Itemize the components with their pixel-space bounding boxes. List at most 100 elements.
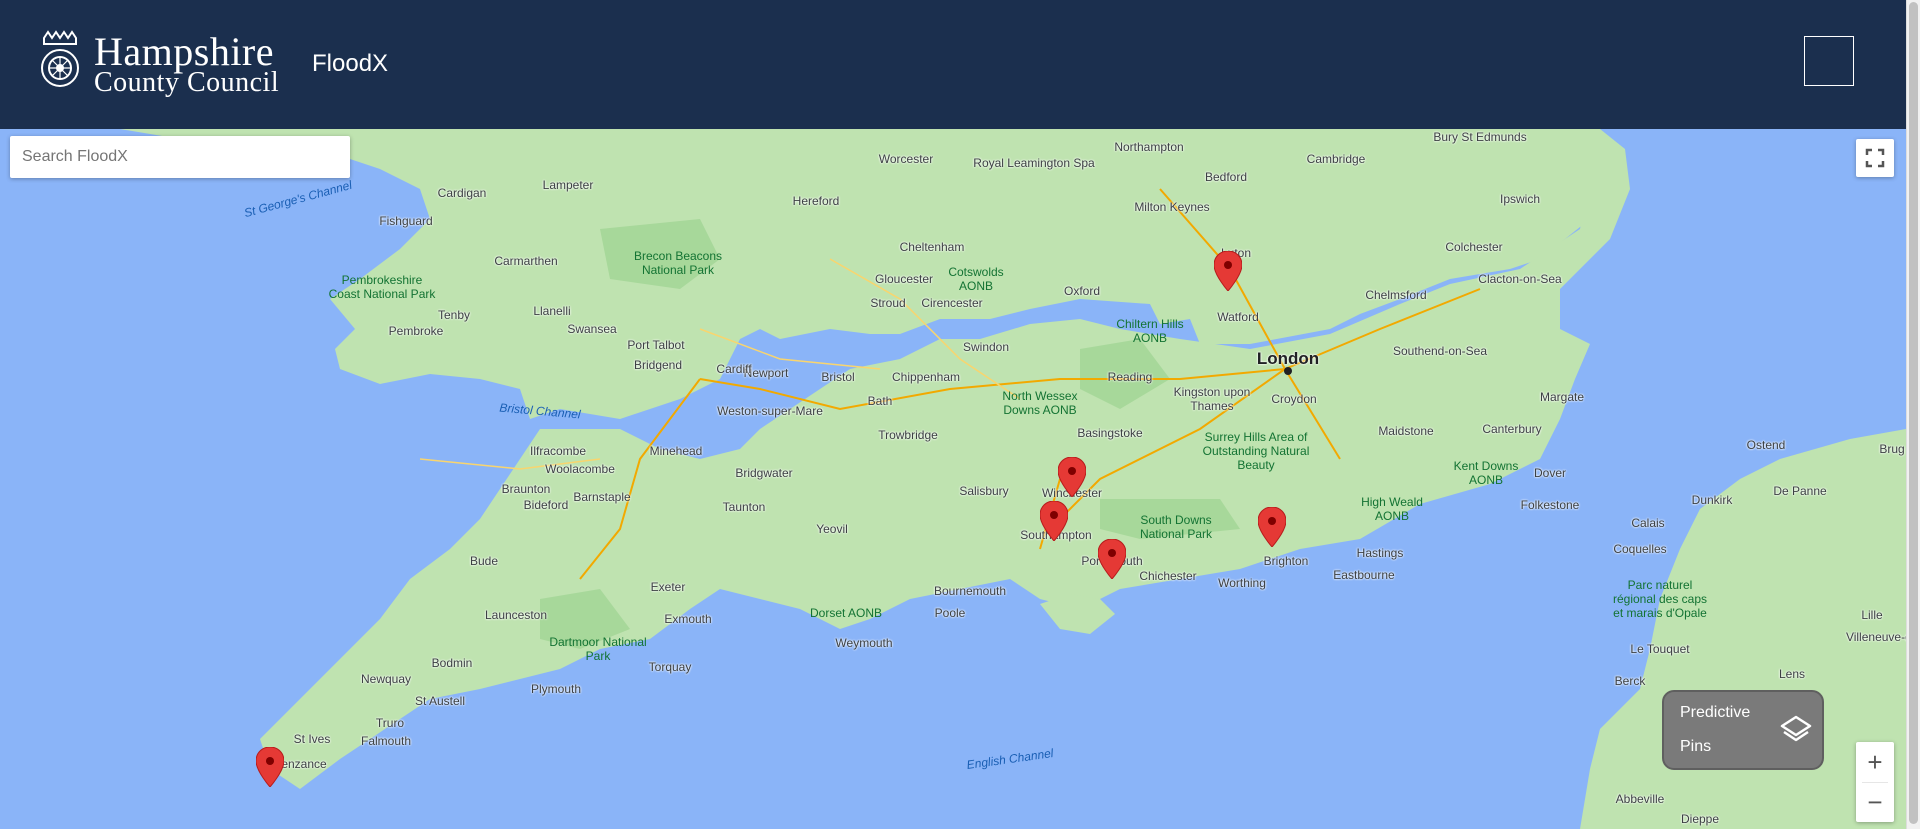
map-label: Exmouth — [664, 612, 712, 626]
map-pin[interactable] — [1214, 251, 1242, 291]
map-label: Chippenham — [891, 370, 961, 384]
map-label: Dieppe — [1680, 812, 1720, 826]
map-label: Margate — [1539, 390, 1585, 404]
map-pin[interactable] — [1098, 539, 1126, 579]
zoom-control: + − — [1856, 742, 1894, 822]
map-label: Le Touquet — [1630, 642, 1690, 656]
map-label: Dartmoor National Park — [549, 635, 647, 663]
map-pin[interactable] — [256, 747, 284, 787]
map-label: Taunton — [722, 500, 766, 514]
map-label: Cirencester — [921, 296, 983, 310]
map-label: Pembroke — [388, 324, 444, 338]
user-avatar[interactable] — [1804, 36, 1854, 86]
map-label: Weston-super-Mare — [717, 404, 823, 418]
map-label: Folkestone — [1520, 498, 1580, 512]
map-label: Plymouth — [530, 682, 582, 696]
map-base — [0, 129, 1906, 829]
scrollbar-thumb[interactable] — [1909, 2, 1918, 824]
map-label: Coquelles — [1613, 542, 1667, 556]
map-label: Surrey Hills Area of Outstanding Natural… — [1202, 430, 1310, 472]
map-label: Southend-on-Sea — [1392, 344, 1488, 358]
map-label: Newquay — [360, 672, 412, 686]
map-label: Salisbury — [959, 484, 1009, 498]
map-label: Calais — [1631, 516, 1665, 530]
map-label: North Wessex Downs AONB — [1002, 389, 1078, 417]
map-label: Trowbridge — [878, 428, 938, 442]
map-label: St Ives — [293, 732, 331, 746]
zoom-in-button[interactable]: + — [1856, 742, 1894, 782]
map-label: Maidstone — [1378, 424, 1434, 438]
predictive-pins-layer-toggle[interactable]: Predictive Pins — [1662, 690, 1824, 770]
map-label: Bude — [469, 554, 499, 568]
map-label: Cotswolds AONB — [948, 265, 1004, 293]
app-header: Hampshire County Council FloodX — [0, 0, 1906, 129]
map-label: Truro — [375, 716, 405, 730]
map-label: Bath — [867, 394, 893, 408]
map-label: Lille — [1861, 608, 1883, 622]
map-label: Lens — [1778, 667, 1806, 681]
map-label: Kingston upon Thames — [1173, 385, 1251, 413]
map-label: Falmouth — [360, 734, 412, 748]
map-label: Llanelli — [533, 304, 571, 318]
map-label: Hereford — [792, 194, 840, 208]
layer-label-line-2: Pins — [1680, 738, 1712, 755]
zoom-out-button[interactable]: − — [1856, 782, 1894, 822]
hampshire-county-council-logo[interactable]: Hampshire County Council — [38, 30, 279, 98]
map-label: Dunkirk — [1691, 493, 1733, 507]
map-label: De Panne — [1773, 484, 1827, 498]
map-label: Woolacombe — [545, 462, 615, 476]
map-label: Braunton — [501, 482, 551, 496]
fullscreen-icon — [1865, 148, 1885, 168]
map-label-london: London — [1256, 349, 1320, 368]
app-title: FloodX — [312, 50, 389, 77]
map-label: Launceston — [484, 608, 548, 622]
map-label: Dorset AONB — [809, 606, 883, 620]
map-label: St Austell — [414, 694, 466, 708]
map-label: Cambridge — [1306, 152, 1366, 166]
layer-label-line-1: Predictive — [1680, 704, 1751, 721]
map-label: Chelmsford — [1365, 288, 1427, 302]
map-label: Royal Leamington Spa — [973, 156, 1095, 170]
page-scrollbar[interactable] — [1906, 0, 1920, 829]
search-input[interactable] — [10, 136, 350, 178]
map-label: Dover — [1533, 466, 1567, 480]
map-label: Fishguard — [379, 214, 433, 228]
map-label: Bideford — [523, 498, 569, 512]
map-label: Watford — [1217, 310, 1259, 324]
map-label: Brighton — [1263, 554, 1309, 568]
map-label: Reading — [1107, 370, 1153, 384]
map-label: South Downs National Park — [1139, 513, 1213, 541]
map-label: Colchester — [1445, 240, 1503, 254]
map-label: Bury St Edmunds — [1433, 130, 1527, 144]
map-label: Port Talbot — [627, 338, 685, 352]
map-label: Hastings — [1356, 546, 1404, 560]
map-pin[interactable] — [1258, 507, 1286, 547]
map-label: Poole — [934, 606, 966, 620]
map-pin[interactable] — [1058, 457, 1086, 497]
map-label: Chiltern Hills AONB — [1116, 317, 1184, 345]
map-label: Kent Downs AONB — [1453, 459, 1519, 487]
map-label: Yeovil — [816, 522, 848, 536]
map-label: Ostend — [1746, 438, 1786, 452]
crest-icon — [41, 30, 79, 87]
map-label: Bridgwater — [735, 466, 793, 480]
map-label: Villeneuve-d'A — [1845, 630, 1906, 644]
map-label: Pembrokeshire Coast National Park — [328, 273, 436, 301]
map-canvas[interactable]: London Worcester Royal Leamington Spa No… — [0, 129, 1906, 829]
map-pin[interactable] — [1040, 501, 1068, 541]
map-label: Basingstoke — [1077, 426, 1143, 440]
map-label: Weymouth — [835, 636, 893, 650]
map-label: Parc naturel régional des caps et marais… — [1612, 578, 1708, 620]
map-label: Bournemouth — [933, 584, 1007, 598]
map-label: Berck — [1614, 674, 1646, 688]
map-label: Bristol — [821, 370, 855, 384]
map-label: Eastbourne — [1333, 568, 1395, 582]
fullscreen-button[interactable] — [1856, 139, 1894, 177]
map-label: Gloucester — [874, 272, 934, 286]
map-label: Stroud — [870, 296, 906, 310]
map-label: High Weald AONB — [1361, 495, 1423, 523]
map-label: Ilfracombe — [529, 444, 587, 458]
layers-icon — [1780, 715, 1812, 742]
map-label: Worcester — [878, 152, 934, 166]
map-label: Chichester — [1139, 569, 1197, 583]
